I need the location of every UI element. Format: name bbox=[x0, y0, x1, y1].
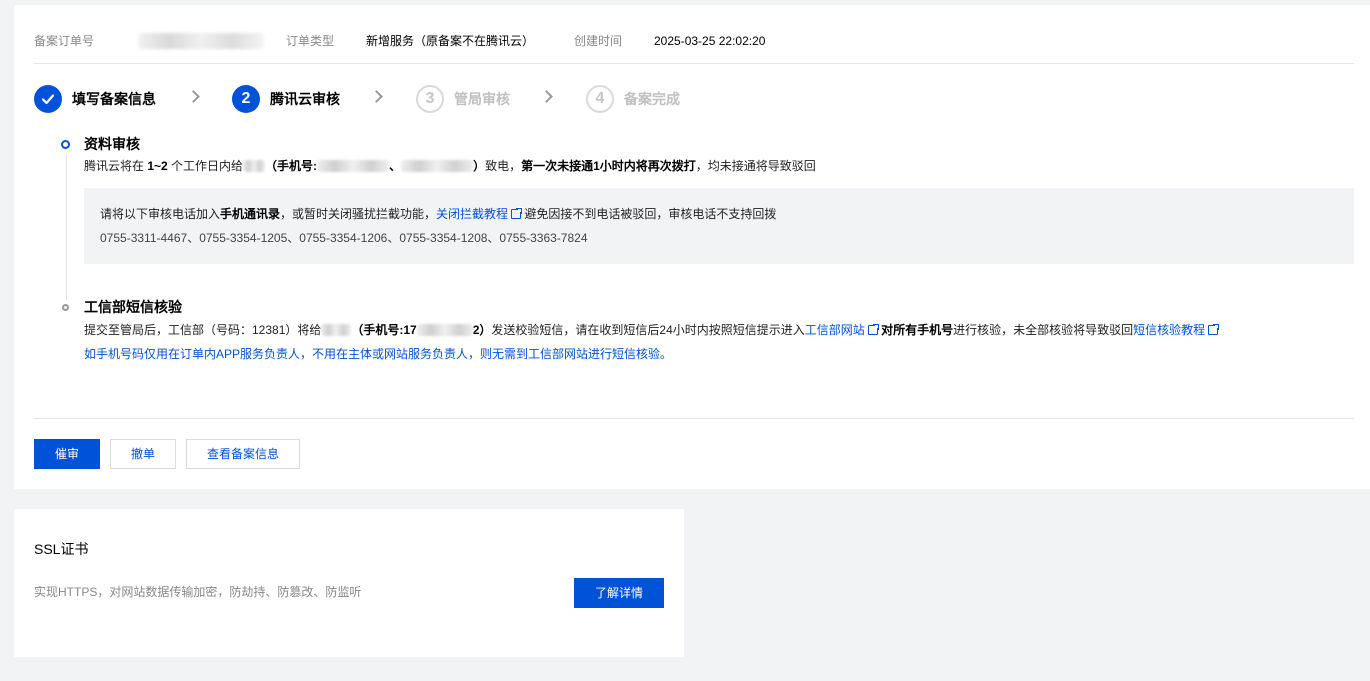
timeline-dot-todo bbox=[62, 304, 69, 311]
external-link-icon[interactable] bbox=[511, 207, 524, 219]
step-label: 管局审核 bbox=[454, 91, 510, 107]
external-link-icon[interactable] bbox=[1208, 323, 1221, 335]
review-section-title: 资料审核 bbox=[84, 136, 140, 152]
sms-description: 提交至管局后，工信部（号码：12381）将给 （手机号:17 2）发送校验短信，请在… bbox=[84, 321, 1221, 339]
ssl-promo-card: SSL证书 实现HTTPS，对网站数据传输加密，防劫持、防篡改、防监听 了解详情 bbox=[14, 509, 684, 657]
chevron-right-icon bbox=[187, 90, 200, 103]
sms-note-link[interactable]: 如手机号码仅用在订单内APP服务负责人，不用在主体或网站服务负责人，则无需到工信… bbox=[84, 345, 672, 363]
order-type-value: 新增服务（原备案不在腾讯云） bbox=[366, 34, 535, 48]
order-no-redacted bbox=[138, 33, 264, 49]
disable-block-tutorial-link[interactable]: 关闭拦截教程 bbox=[436, 207, 508, 221]
info-divider bbox=[34, 63, 1354, 64]
step-number: 4 bbox=[586, 85, 614, 113]
miit-website-link[interactable]: 工信部网站 bbox=[805, 323, 865, 337]
notice-text: 请将以下审核电话加入手机通讯录，或暂时关闭骚扰拦截功能，关闭拦截教程 避免因接不… bbox=[100, 207, 777, 221]
review-description: 腾讯云将在 1~2 个工作日内给 （手机号:、）致电，第一次未接通1小时内将再次拨… bbox=[84, 159, 816, 173]
step-label: 腾讯云审核 bbox=[270, 91, 340, 107]
check-icon bbox=[34, 85, 62, 113]
urge-review-button[interactable]: 催审 bbox=[34, 439, 100, 469]
redacted-phone bbox=[416, 324, 473, 336]
actions-divider bbox=[34, 418, 1354, 419]
chevron-right-icon bbox=[540, 90, 553, 103]
review-phone-list: 0755-3311-4467、0755-3354-1205、0755-3354-… bbox=[100, 231, 588, 245]
redacted-phone bbox=[401, 160, 474, 172]
step-tencent-review: 2 腾讯云审核 bbox=[232, 85, 340, 113]
learn-more-button[interactable]: 了解详情 bbox=[574, 578, 664, 608]
withdraw-button[interactable]: 撤单 bbox=[110, 439, 176, 469]
timeline-line bbox=[66, 154, 67, 300]
view-filing-info-button[interactable]: 查看备案信息 bbox=[186, 439, 300, 469]
step-label: 填写备案信息 bbox=[72, 91, 156, 107]
step-fill-info: 填写备案信息 bbox=[34, 85, 156, 113]
filing-order-card: 备案订单号 订单类型 新增服务（原备案不在腾讯云） 创建时间 2025-03-2… bbox=[14, 5, 1370, 489]
external-link-icon[interactable] bbox=[867, 323, 880, 335]
step-bureau-review: 3 管局审核 bbox=[416, 85, 510, 113]
order-info-row: 备案订单号 订单类型 新增服务（原备案不在腾讯云） 创建时间 2025-03-2… bbox=[34, 33, 1354, 49]
order-no-label: 备案订单号 bbox=[34, 34, 95, 48]
created-time-label: 创建时间 bbox=[574, 34, 623, 48]
step-number: 2 bbox=[232, 85, 260, 113]
timeline-dot-active bbox=[61, 140, 70, 149]
chevron-right-icon bbox=[370, 90, 383, 103]
review-notice-box: 请将以下审核电话加入手机通讯录，或暂时关闭骚扰拦截功能，关闭拦截教程 避免因接不… bbox=[84, 188, 1354, 264]
redacted-phone bbox=[317, 160, 390, 172]
progress-steps: 填写备案信息 2 腾讯云审核 3 管局审核 4 备案完成 bbox=[34, 85, 734, 113]
ssl-title: SSL证书 bbox=[34, 541, 89, 557]
order-type-label: 订单类型 bbox=[286, 34, 335, 48]
redacted-name bbox=[321, 324, 352, 336]
ssl-description: 实现HTTPS，对网站数据传输加密，防劫持、防篡改、防监听 bbox=[34, 585, 362, 599]
step-complete: 4 备案完成 bbox=[586, 85, 680, 113]
sms-section-title: 工信部短信核验 bbox=[84, 299, 182, 315]
created-time-value: 2025-03-25 22:02:20 bbox=[654, 34, 766, 48]
step-number: 3 bbox=[416, 85, 444, 113]
sms-verify-tutorial-link[interactable]: 短信核验教程 bbox=[1133, 323, 1205, 337]
step-label: 备案完成 bbox=[624, 91, 680, 107]
redacted-name bbox=[243, 160, 266, 172]
